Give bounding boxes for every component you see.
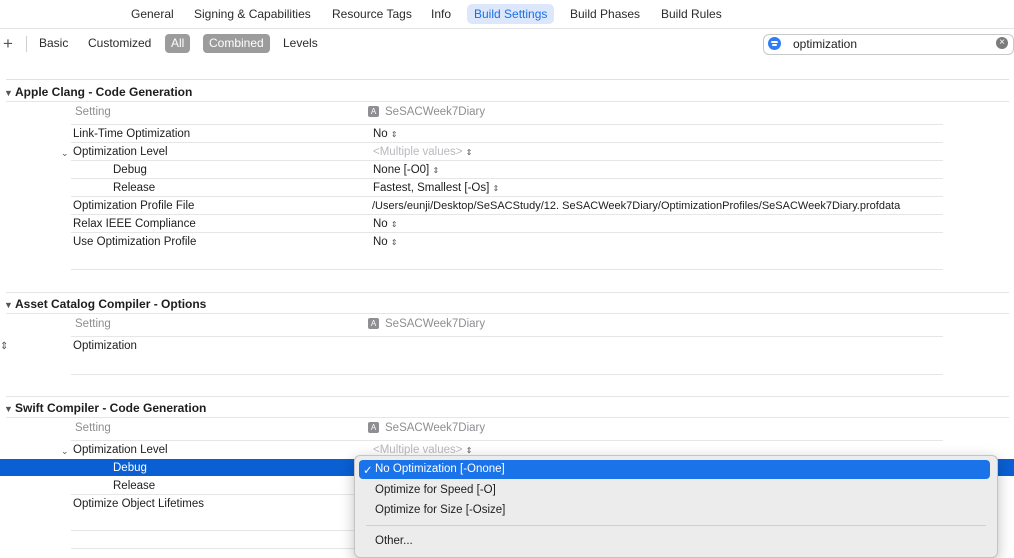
- menu-item-optimize-speed[interactable]: Optimize for Speed [-O]: [375, 484, 496, 496]
- setting-debug[interactable]: Debug: [113, 164, 147, 176]
- setting-link-time-optimization[interactable]: Link-Time Optimization: [73, 128, 190, 140]
- row-separator: [71, 336, 943, 337]
- column-header-setting: Setting: [75, 318, 111, 330]
- stepper-icon: ⇕: [390, 220, 398, 229]
- row-separator: [71, 160, 943, 161]
- app-target-icon: A: [368, 318, 379, 329]
- row-separator: [71, 178, 943, 179]
- row-separator: [71, 232, 943, 233]
- section-title-asset-catalog[interactable]: Asset Catalog Compiler - Options: [15, 297, 206, 311]
- stepper-icon: ⇕: [465, 446, 473, 455]
- setting-optimization-profile-file[interactable]: Optimization Profile File: [73, 200, 194, 212]
- search-input[interactable]: optimization: [793, 37, 857, 51]
- tab-signing-capabilities[interactable]: Signing & Capabilities: [187, 4, 318, 24]
- row-separator: [71, 269, 943, 270]
- value-use-optimization-profile[interactable]: No ⇕: [373, 236, 398, 248]
- app-target-icon: A: [368, 422, 379, 433]
- row-separator: [71, 440, 943, 441]
- menu-item-no-optimization[interactable]: No Optimization [-Onone]: [375, 463, 505, 475]
- stepper-icon: ⇕: [432, 166, 440, 175]
- section-separator: [6, 417, 1009, 418]
- section-disclosure-icon[interactable]: ▼: [4, 88, 13, 98]
- menu-item-optimize-size[interactable]: Optimize for Size [-Osize]: [375, 504, 505, 516]
- checkmark-icon: ✓: [363, 465, 373, 477]
- section-title-clang[interactable]: Apple Clang - Code Generation: [15, 85, 192, 99]
- value-optimization-profile-file[interactable]: /Users/eunji/Desktop/SeSACStudy/12. SeSA…: [372, 200, 900, 212]
- column-header-setting: Setting: [75, 106, 111, 118]
- stepper-icon: ⇕: [390, 238, 398, 247]
- setting-swift-debug[interactable]: Debug: [113, 462, 147, 474]
- value-link-time-optimization[interactable]: No ⇕: [373, 128, 398, 140]
- add-setting-button[interactable]: +: [3, 35, 13, 52]
- app-target-icon: A: [368, 106, 379, 117]
- filter-all-button[interactable]: All: [165, 34, 191, 53]
- stepper-icon: ⇕: [492, 184, 500, 193]
- section-title-swift[interactable]: Swift Compiler - Code Generation: [15, 401, 206, 415]
- section-separator: [6, 313, 1009, 314]
- stepper-icon: ⇕: [465, 148, 473, 157]
- tab-build-settings[interactable]: Build Settings: [467, 4, 555, 24]
- section-separator: [6, 101, 1009, 102]
- filter-customized-button[interactable]: Customized: [82, 34, 157, 53]
- tab-info[interactable]: Info: [424, 4, 458, 24]
- value-relax-ieee-compliance[interactable]: No ⇕: [373, 218, 398, 230]
- section-separator: [6, 292, 1009, 293]
- setting-swift-optimization-level[interactable]: Optimization Level: [73, 444, 168, 456]
- view-combined-button[interactable]: Combined: [203, 34, 270, 53]
- chevron-down-icon[interactable]: ⌄: [61, 148, 69, 159]
- menu-divider: [366, 525, 986, 526]
- stepper-icon[interactable]: ⇕: [0, 341, 8, 352]
- tab-resource-tags[interactable]: Resource Tags: [325, 4, 419, 24]
- row-separator: [71, 214, 943, 215]
- setting-use-optimization-profile[interactable]: Use Optimization Profile: [73, 236, 196, 248]
- row-separator: [71, 196, 943, 197]
- filter-divider: [26, 36, 27, 52]
- tab-general[interactable]: General: [124, 4, 181, 24]
- setting-asset-optimization[interactable]: Optimization: [73, 340, 137, 352]
- view-levels-button[interactable]: Levels: [277, 34, 324, 53]
- column-header-setting: Setting: [75, 422, 111, 434]
- row-separator: [71, 124, 943, 125]
- row-separator: [71, 374, 943, 375]
- row-separator: [71, 142, 943, 143]
- setting-optimization-level[interactable]: Optimization Level: [73, 146, 168, 158]
- setting-optimize-object-lifetimes[interactable]: Optimize Object Lifetimes: [73, 498, 204, 510]
- section-disclosure-icon[interactable]: ▼: [4, 300, 13, 310]
- chevron-down-icon[interactable]: ⌄: [61, 446, 69, 457]
- column-header-target: SeSACWeek7Diary: [385, 106, 486, 118]
- section-disclosure-icon[interactable]: ▼: [4, 404, 13, 414]
- setting-relax-ieee-compliance[interactable]: Relax IEEE Compliance: [73, 218, 196, 230]
- value-debug[interactable]: None [-O0] ⇕: [373, 164, 439, 176]
- value-release[interactable]: Fastest, Smallest [-Os] ⇕: [373, 182, 499, 194]
- column-header-target: SeSACWeek7Diary: [385, 422, 486, 434]
- setting-swift-release[interactable]: Release: [113, 480, 155, 492]
- tab-build-phases[interactable]: Build Phases: [563, 4, 647, 24]
- value-optimization-level[interactable]: <Multiple values> ⇕: [373, 146, 472, 158]
- filter-icon[interactable]: [768, 37, 781, 50]
- filter-separator: [6, 79, 1009, 80]
- clear-search-icon[interactable]: ×: [996, 37, 1008, 49]
- tab-build-rules[interactable]: Build Rules: [654, 4, 729, 24]
- stepper-icon: ⇕: [390, 130, 398, 139]
- column-header-target: SeSACWeek7Diary: [385, 318, 486, 330]
- filter-basic-button[interactable]: Basic: [33, 34, 74, 53]
- setting-release[interactable]: Release: [113, 182, 155, 194]
- menu-item-other[interactable]: Other...: [375, 535, 413, 547]
- section-separator: [6, 396, 1009, 397]
